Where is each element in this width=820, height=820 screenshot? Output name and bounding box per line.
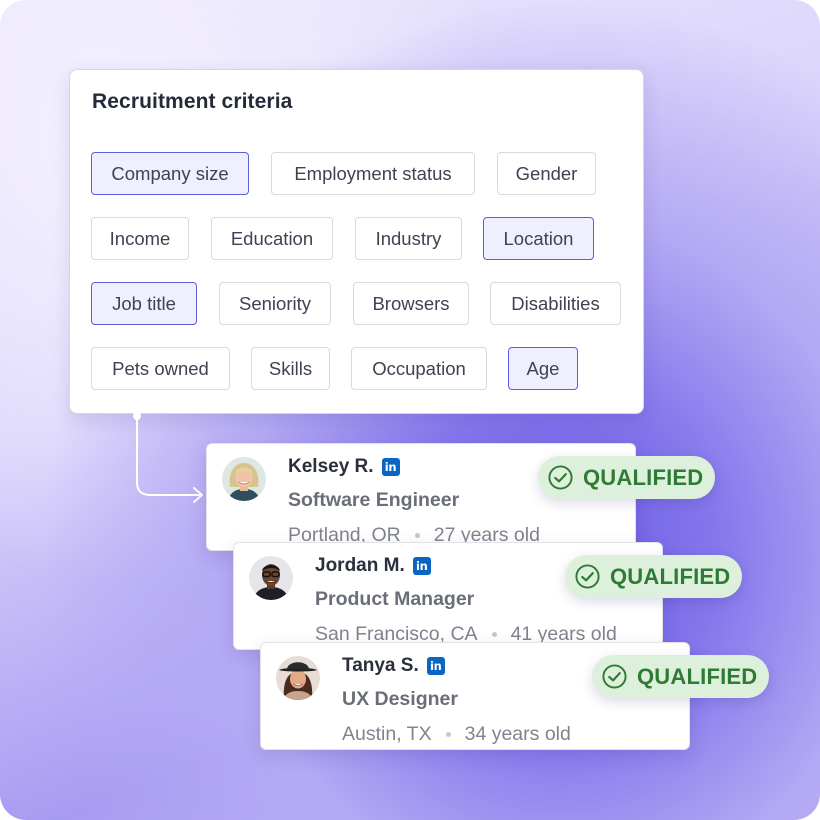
- chip-education[interactable]: Education: [211, 217, 333, 260]
- chip-age[interactable]: Age: [508, 347, 578, 390]
- check-circle-icon: [548, 465, 573, 490]
- candidate-name: Kelsey R.: [288, 456, 374, 477]
- check-circle-icon: [575, 564, 600, 589]
- chip-location[interactable]: Location: [483, 217, 594, 260]
- avatar: [249, 556, 293, 600]
- candidate-age: 34 years old: [464, 723, 571, 745]
- chip-disabilities[interactable]: Disabilities: [490, 282, 621, 325]
- candidate-name: Jordan M.: [315, 555, 405, 576]
- qualified-label: QUALIFIED: [610, 563, 731, 589]
- candidate-meta: Austin, TX 34 years old: [342, 723, 571, 746]
- qualified-badge: QUALIFIED: [538, 456, 715, 499]
- avatar: [276, 656, 320, 700]
- qualified-badge: QUALIFIED: [565, 555, 742, 598]
- linkedin-icon[interactable]: in: [381, 458, 400, 476]
- chip-industry[interactable]: Industry: [355, 217, 462, 260]
- separator-dot: [414, 533, 420, 538]
- chip-income[interactable]: Income: [91, 217, 189, 260]
- linkedin-icon[interactable]: in: [412, 557, 431, 575]
- chip-occupation[interactable]: Occupation: [351, 347, 487, 390]
- candidate-name: Tanya S.: [342, 655, 419, 676]
- chip-skills[interactable]: Skills: [251, 347, 330, 390]
- chip-seniority[interactable]: Seniority: [219, 282, 331, 325]
- chip-employment-status[interactable]: Employment status: [271, 152, 475, 195]
- linkedin-icon[interactable]: in: [426, 657, 445, 675]
- chip-gender[interactable]: Gender: [497, 152, 596, 195]
- separator-dot: [445, 732, 451, 737]
- qualified-label: QUALIFIED: [583, 464, 704, 490]
- chip-browsers[interactable]: Browsers: [353, 282, 469, 325]
- qualified-badge: QUALIFIED: [592, 655, 769, 698]
- candidate-role: Software Engineer: [288, 489, 460, 511]
- candidate-role: UX Designer: [342, 688, 458, 710]
- check-circle-icon: [602, 664, 627, 689]
- chip-company-size[interactable]: Company size: [91, 152, 249, 195]
- avatar: [222, 457, 266, 501]
- candidate-role: Product Manager: [315, 588, 475, 610]
- qualified-label: QUALIFIED: [637, 663, 758, 689]
- panel-title: Recruitment criteria: [92, 90, 293, 113]
- recruitment-criteria-panel: Recruitment criteria Company size Employ…: [69, 69, 644, 414]
- separator-dot: [491, 632, 497, 637]
- chip-job-title[interactable]: Job title: [91, 282, 197, 325]
- chip-pets-owned[interactable]: Pets owned: [91, 347, 230, 390]
- candidate-location: Austin, TX: [342, 723, 432, 745]
